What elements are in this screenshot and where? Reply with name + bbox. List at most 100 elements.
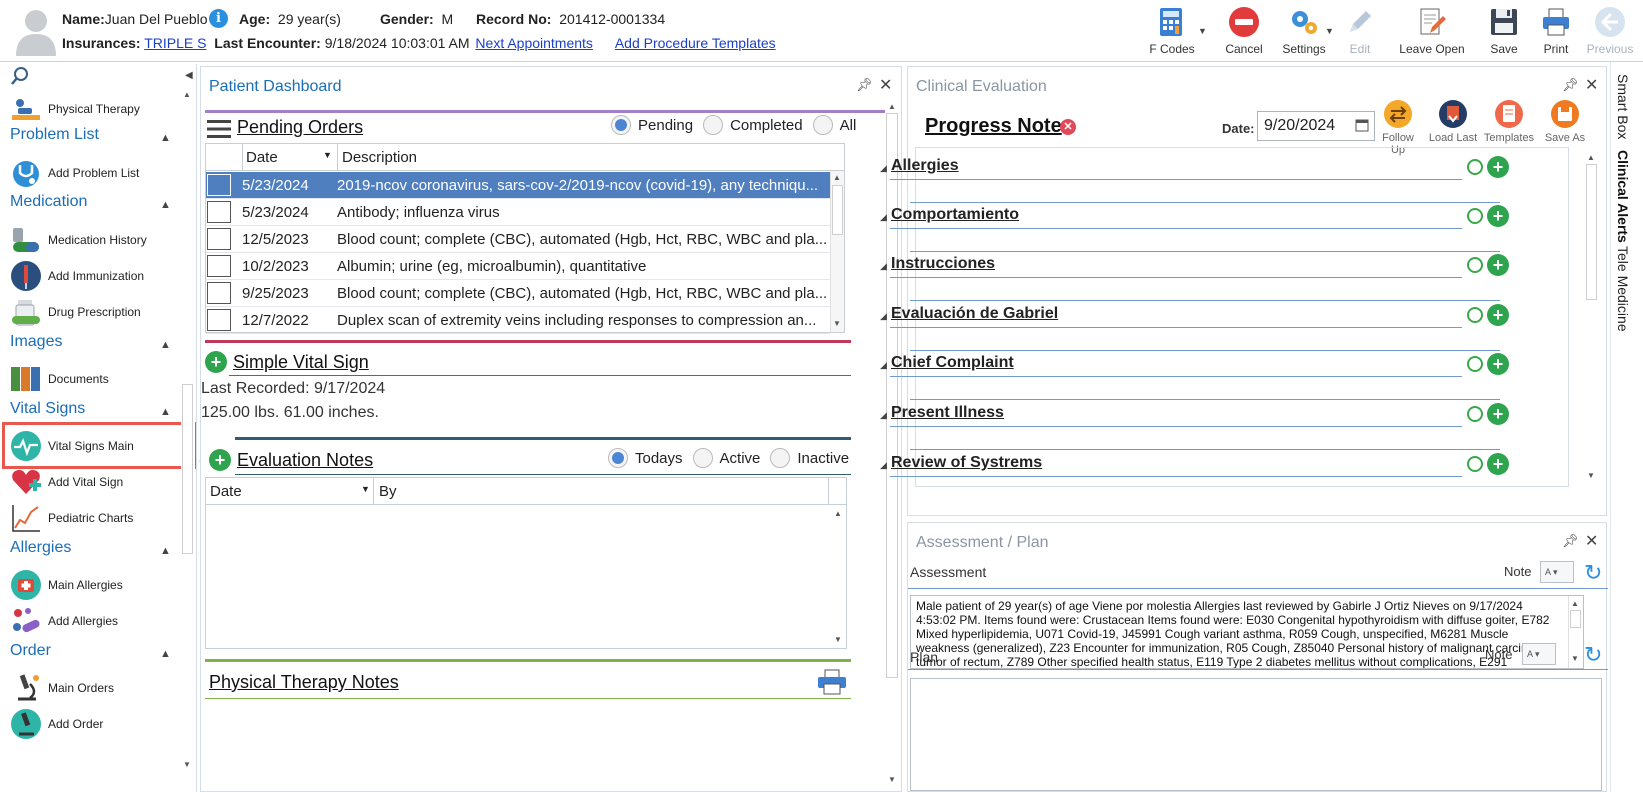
filter-completed-radio[interactable]: Completed: [703, 115, 803, 135]
printer-icon[interactable]: [817, 669, 847, 700]
section-chief-complaint[interactable]: ◢ Chief Complaint +: [880, 353, 1520, 400]
row-checkbox[interactable]: [207, 201, 231, 223]
assessment-scrollbar[interactable]: ▲ ▼: [1568, 596, 1582, 668]
notes-scrollbar[interactable]: ▲ ▼: [832, 505, 846, 648]
sidebar-item-add-vital-sign[interactable]: Add Vital Sign: [10, 465, 123, 499]
collapse-triangle-icon[interactable]: ◢: [880, 410, 887, 421]
collapse-triangle-icon[interactable]: ◢: [880, 360, 887, 371]
alarm-clock-icon[interactable]: [1467, 208, 1483, 224]
load-last-button[interactable]: Load Last: [1427, 99, 1479, 144]
evaluation-notes-title[interactable]: Evaluation Notes: [237, 450, 373, 471]
add-section-icon[interactable]: +: [1487, 156, 1509, 178]
sections-scroll-thumb[interactable]: [1586, 164, 1597, 300]
filter-inactive-radio[interactable]: Inactive: [770, 448, 849, 468]
collapse-sidebar-icon[interactable]: ◀: [185, 70, 193, 81]
sidebar-item-add-allergies[interactable]: Add Allergies: [10, 604, 118, 638]
sidebar-scrollbar[interactable]: ▲ ▼: [181, 84, 195, 792]
section-label[interactable]: Instrucciones: [891, 255, 995, 273]
section-label[interactable]: Review of Systrems: [891, 454, 1042, 472]
filter-active-radio[interactable]: Active: [692, 448, 760, 468]
close-icon[interactable]: ✕: [879, 75, 892, 95]
print-button[interactable]: Print: [1528, 4, 1584, 60]
plan-textarea[interactable]: [910, 678, 1602, 791]
alarm-clock-icon[interactable]: [1467, 159, 1483, 175]
section-label[interactable]: Allergies: [891, 157, 959, 175]
section-allergies[interactable]: Allergies: [10, 539, 71, 557]
remove-note-icon[interactable]: ✕: [1060, 119, 1076, 135]
chevron-up-icon[interactable]: ▲: [160, 132, 171, 144]
collapse-triangle-icon[interactable]: ◢: [880, 460, 887, 471]
info-icon[interactable]: i: [209, 9, 228, 28]
sidebar-item-main-orders[interactable]: Main Orders: [10, 671, 114, 705]
sort-dropdown-icon[interactable]: ▼: [323, 150, 332, 160]
add-evaluation-note-icon[interactable]: +: [209, 449, 231, 471]
alarm-clock-icon[interactable]: [1467, 406, 1483, 422]
add-vital-sign-icon[interactable]: +: [205, 351, 227, 373]
sidebar-scroll-thumb[interactable]: [182, 384, 193, 554]
alarm-clock-icon[interactable]: [1467, 356, 1483, 372]
sidebar-item-drug-prescription[interactable]: Drug Prescription: [10, 295, 141, 329]
alarm-clock-icon[interactable]: [1467, 257, 1483, 273]
column-header-by[interactable]: By: [379, 483, 397, 500]
collapse-triangle-icon[interactable]: ◢: [880, 311, 887, 322]
section-comportamiento[interactable]: ◢ Comportamiento +: [880, 205, 1520, 252]
column-header-description[interactable]: Description: [342, 149, 417, 166]
calendar-icon[interactable]: [1355, 118, 1369, 137]
fcodes-dropdown-icon[interactable]: ▼: [1198, 26, 1207, 36]
section-label[interactable]: Present Illness: [891, 404, 1004, 422]
pin-icon[interactable]: 📌︎: [856, 77, 873, 93]
previous-button[interactable]: Previous: [1580, 4, 1640, 60]
note-format-dropdown[interactable]: A ▾: [1522, 643, 1556, 665]
section-review-of-systems[interactable]: ◢ Review of Systrems +: [880, 453, 1520, 490]
section-images[interactable]: Images: [10, 333, 62, 351]
table-row[interactable]: 9/25/2023 Blood count; complete (CBC), au…: [206, 280, 830, 307]
sidebar-item-main-allergies[interactable]: Main Allergies: [10, 568, 123, 602]
collapse-triangle-icon[interactable]: ◢: [880, 261, 887, 272]
row-checkbox[interactable]: [207, 228, 231, 250]
collapse-triangle-icon[interactable]: ◢: [880, 163, 887, 174]
row-checkbox[interactable]: [207, 309, 231, 331]
section-instrucciones[interactable]: ◢ Instrucciones +: [880, 254, 1520, 301]
sidebar-item-physical-therapy[interactable]: Physical Therapy: [10, 92, 140, 126]
section-medication[interactable]: Medication: [10, 193, 87, 211]
tab-smart-box[interactable]: Smart Box: [1615, 74, 1631, 139]
save-button[interactable]: Save: [1476, 4, 1532, 60]
section-allergies[interactable]: ◢ Allergies +: [880, 156, 1520, 203]
column-header-date[interactable]: Date: [210, 483, 242, 500]
section-problem-list[interactable]: Problem List: [10, 126, 99, 144]
chevron-up-icon[interactable]: ▲: [160, 406, 171, 418]
templates-button[interactable]: Templates: [1482, 99, 1536, 144]
date-picker[interactable]: 9/20/2024: [1257, 111, 1375, 141]
tab-tele-medicine[interactable]: Tele Medicine: [1615, 246, 1631, 332]
scroll-up-icon[interactable]: ▲: [183, 90, 191, 99]
add-section-icon[interactable]: +: [1487, 453, 1509, 475]
alarm-clock-icon[interactable]: [1467, 456, 1483, 472]
add-section-icon[interactable]: +: [1487, 403, 1509, 425]
section-vital-signs[interactable]: Vital Signs: [10, 400, 85, 418]
column-header-date[interactable]: Date: [246, 149, 278, 166]
chevron-up-icon[interactable]: ▲: [160, 648, 171, 660]
pending-orders-title[interactable]: Pending Orders: [237, 117, 363, 138]
next-appointments-link[interactable]: Next Appointments: [475, 35, 593, 51]
chevron-up-icon[interactable]: ▲: [160, 339, 171, 351]
close-icon[interactable]: ✕: [1585, 531, 1598, 551]
collapse-triangle-icon[interactable]: ◢: [880, 212, 887, 223]
filter-pending-radio[interactable]: Pending: [611, 115, 693, 135]
table-row[interactable]: 12/5/2023 Blood count; complete (CBC), au…: [206, 226, 830, 253]
tab-clinical-alerts[interactable]: Clinical Alerts: [1615, 150, 1631, 243]
fcodes-button[interactable]: F Codes: [1140, 4, 1204, 60]
insurance-link[interactable]: TRIPLE S: [144, 35, 206, 51]
note-format-dropdown[interactable]: A ▾: [1540, 561, 1574, 583]
row-checkbox[interactable]: [207, 255, 231, 277]
table-row[interactable]: 10/2/2023 Albumin; urine (eg, microalbumi…: [206, 253, 830, 280]
edit-button[interactable]: Edit: [1332, 4, 1388, 60]
orders-scrollbar[interactable]: ▲ ▼: [830, 171, 844, 332]
section-order[interactable]: Order: [10, 642, 51, 660]
section-label[interactable]: Chief Complaint: [891, 354, 1014, 372]
add-section-icon[interactable]: +: [1487, 205, 1509, 227]
pin-icon[interactable]: 📌︎: [1562, 77, 1579, 93]
sidebar-item-add-immunization[interactable]: Add Immunization: [10, 259, 144, 293]
orders-scroll-thumb[interactable]: [832, 185, 843, 235]
leave-open-button[interactable]: Leave Open: [1392, 4, 1472, 60]
cancel-button[interactable]: Cancel: [1212, 4, 1276, 60]
